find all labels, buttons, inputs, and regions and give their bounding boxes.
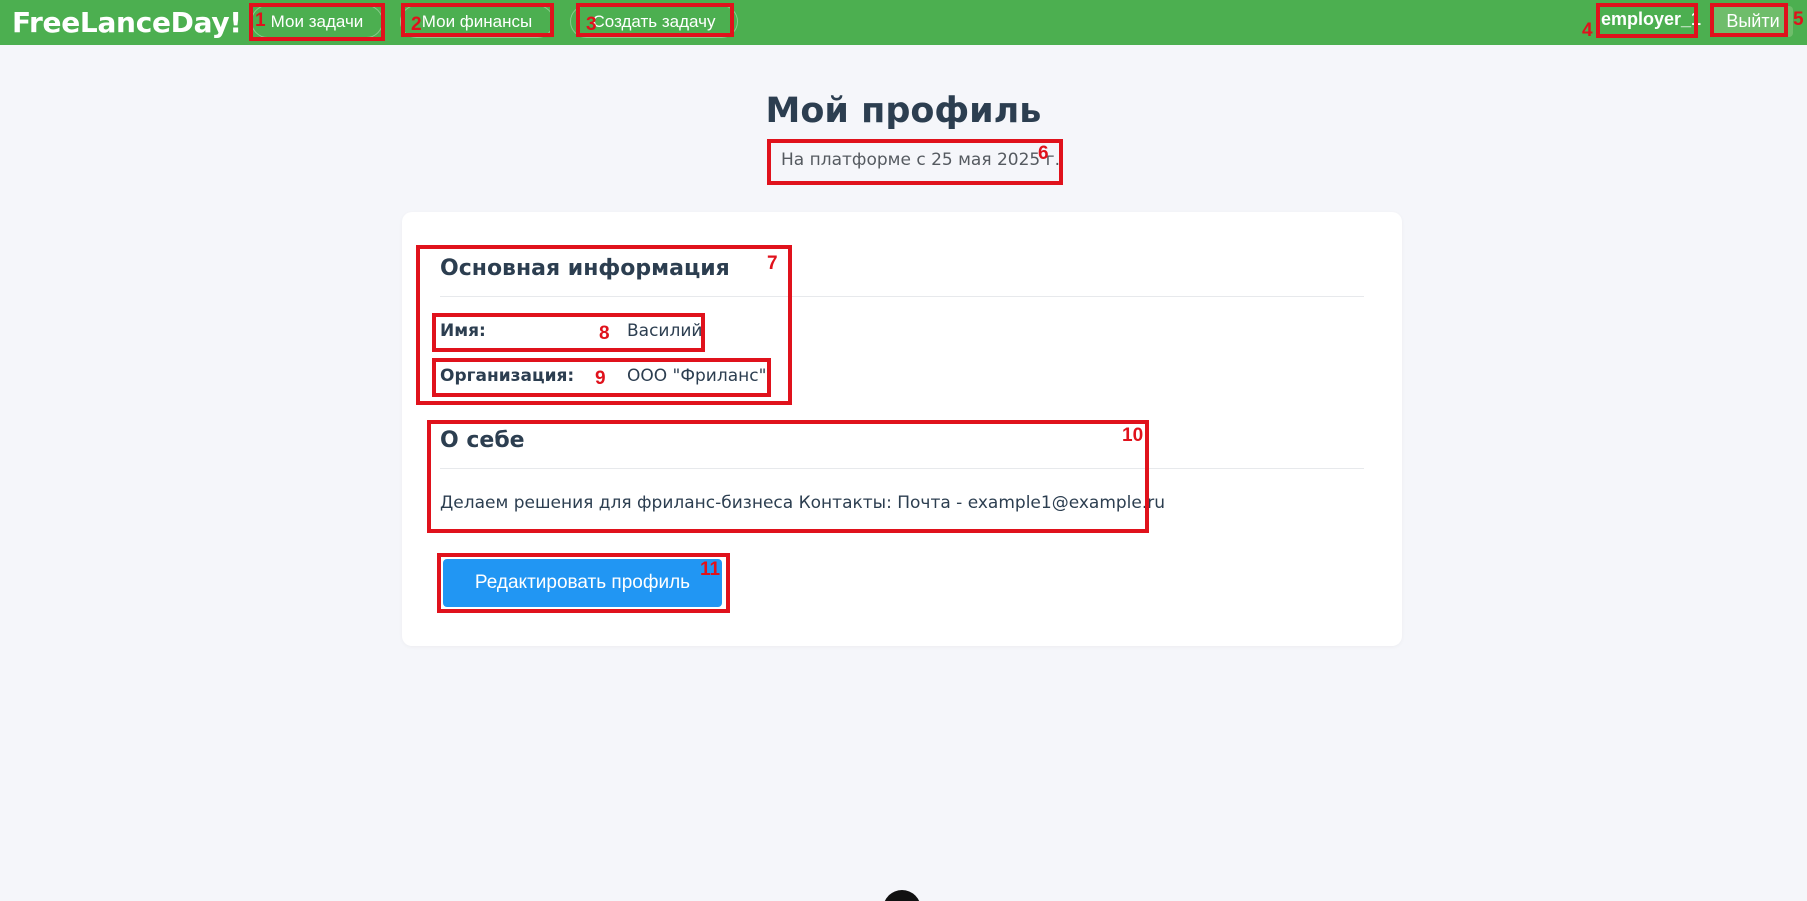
about-text: Делаем решения для фриланс-бизнеса Конта… [440, 493, 1166, 513]
organization-label: Организация: [440, 366, 575, 386]
floating-circle-button[interactable] [883, 890, 921, 901]
basic-info-divider [440, 296, 1364, 297]
annotation-number-5: 5 [1793, 9, 1804, 30]
annotation-number-8: 8 [599, 323, 610, 344]
nav-my-tasks[interactable]: Мои задачи [251, 5, 383, 38]
annotation-number-1: 1 [255, 10, 266, 31]
member-since-text: На платформе с 25 мая 2025 г. [781, 150, 1060, 170]
annotation-number-6: 6 [1038, 143, 1049, 164]
annotation-number-2: 2 [411, 14, 422, 35]
annotation-number-10: 10 [1122, 425, 1144, 446]
organization-value: ООО "Фриланс" [627, 366, 767, 386]
annotation-number-11: 11 [700, 559, 721, 580]
name-value: Василий [627, 321, 703, 341]
edit-profile-button[interactable]: Редактировать профиль [443, 559, 722, 607]
annotation-number-9: 9 [595, 368, 606, 389]
about-divider [440, 468, 1364, 469]
username-link[interactable]: employer_1 [1601, 9, 1701, 30]
annotation-number-7: 7 [767, 253, 778, 274]
about-title: О себе [440, 428, 525, 453]
app-logo[interactable]: FreeLanceDay! [12, 6, 242, 39]
annotation-number-4: 4 [1582, 20, 1593, 41]
top-navbar: FreeLanceDay! Мои задачи Мои финансы Соз… [0, 0, 1807, 45]
page-title: Мой профиль [765, 91, 1042, 131]
annotation-number-3: 3 [586, 14, 597, 35]
basic-info-title: Основная информация [440, 256, 730, 281]
nav-my-finances[interactable]: Мои финансы [400, 5, 554, 38]
name-label: Имя: [440, 321, 486, 341]
logout-button[interactable]: Выйти [1713, 6, 1793, 37]
